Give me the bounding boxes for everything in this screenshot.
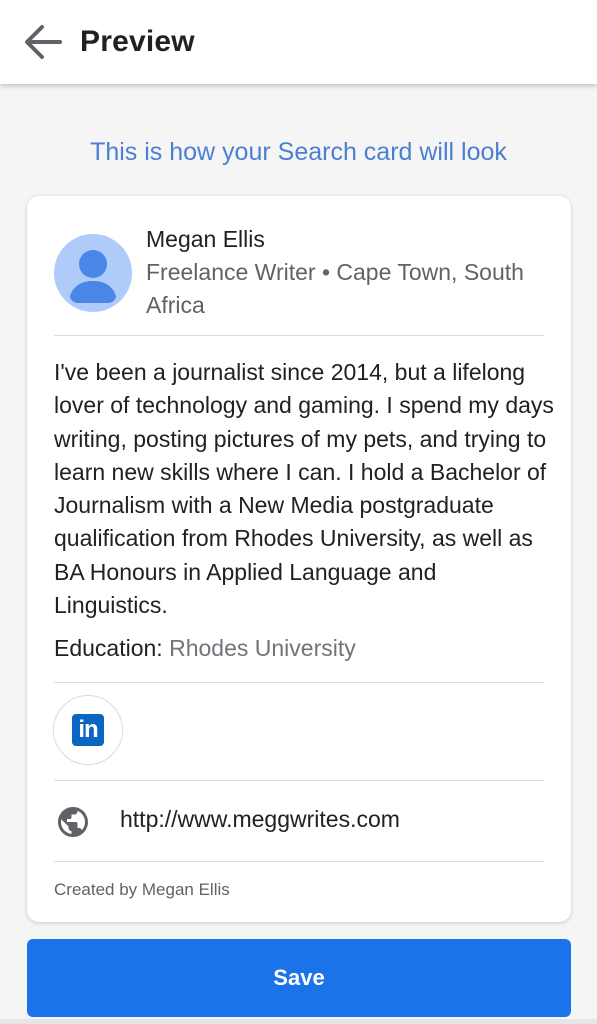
preview-subtitle: This is how your Search card will look [90, 138, 507, 166]
divider [54, 682, 544, 683]
person-avatar-icon [54, 234, 132, 312]
education-line: Education: Rhodes University [54, 635, 356, 662]
arrow-left-icon [25, 25, 62, 59]
page-title: Preview [80, 25, 195, 58]
linkedin-icon: in [72, 714, 104, 746]
website-link[interactable]: http://www.meggwrites.com [120, 806, 400, 833]
search-card: Megan Ellis Freelance Writer • Cape Town… [27, 196, 571, 922]
creator-text: Created by Megan Ellis [54, 880, 230, 899]
content-area: This is how your Search card will look M… [0, 84, 597, 1024]
back-button[interactable] [12, 12, 72, 72]
education-label: Education: [54, 635, 163, 661]
divider [54, 335, 544, 336]
profile-bio: I've been a journalist since 2014, but a… [54, 359, 554, 619]
divider [54, 861, 544, 862]
divider [54, 780, 544, 781]
app-bar: Preview [0, 0, 597, 84]
bottom-edge [0, 1019, 597, 1024]
linkedin-button[interactable]: in [53, 695, 123, 765]
profile-name: Megan Ellis [146, 226, 265, 252]
profile-meta: Freelance Writer • Cape Town, South Afri… [146, 259, 524, 318]
education-value: Rhodes University [169, 635, 356, 661]
save-button[interactable]: Save [27, 939, 571, 1017]
globe-icon [58, 807, 88, 837]
